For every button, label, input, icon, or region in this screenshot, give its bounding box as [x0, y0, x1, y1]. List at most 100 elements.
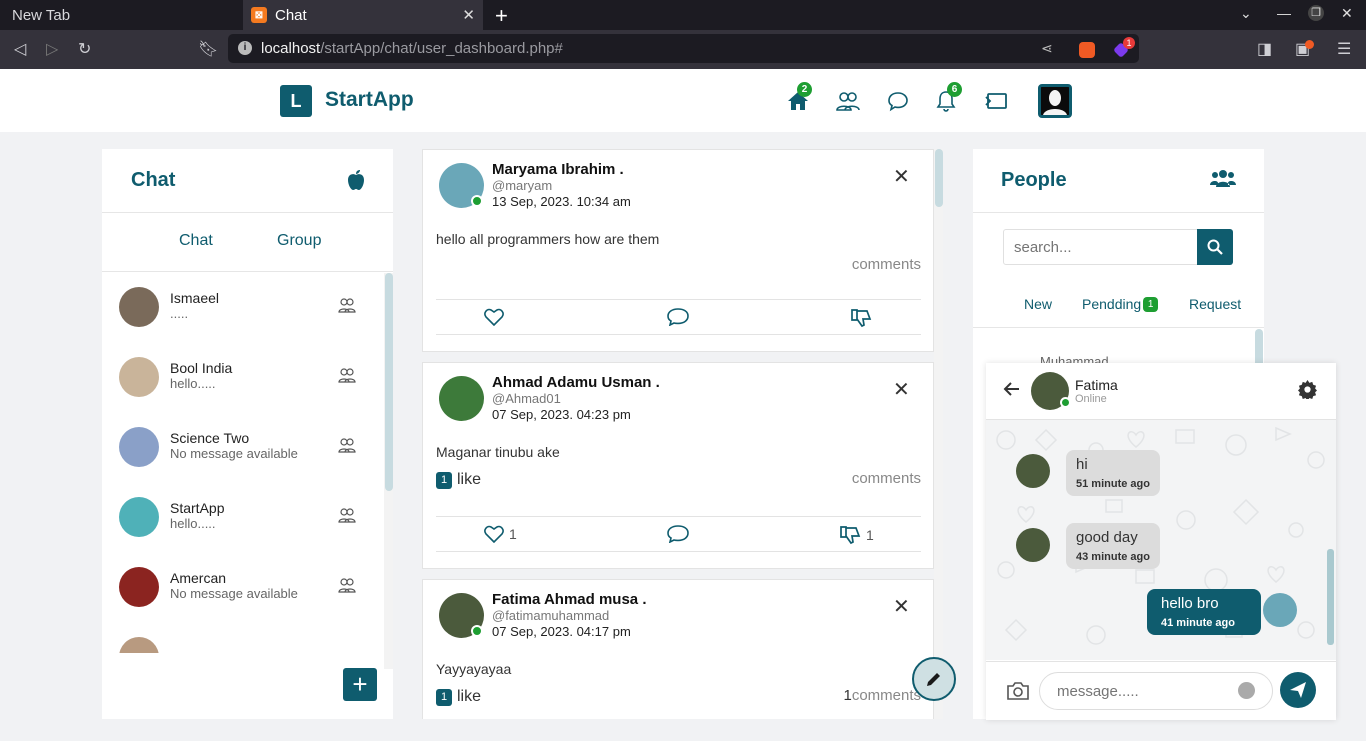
post-text: hello all programmers how are them	[436, 231, 660, 247]
close-icon[interactable]: ✕	[893, 164, 910, 189]
avatar[interactable]	[439, 376, 484, 421]
scrollbar-thumb[interactable]	[385, 273, 393, 491]
chat-list-item[interactable]	[102, 623, 384, 653]
sidebar-icon[interactable]: ◨	[1257, 39, 1272, 59]
like-summary[interactable]: 1 like	[436, 471, 481, 489]
maximize-button[interactable]: ❐	[1308, 5, 1324, 21]
last-message: hello.....	[170, 516, 216, 531]
pencil-icon	[927, 673, 940, 686]
tab-group[interactable]: Group	[277, 232, 321, 250]
friends-icon[interactable]	[836, 89, 860, 113]
comment-button[interactable]	[667, 308, 689, 326]
chat-list-item[interactable]: Amercan No message available	[102, 553, 384, 623]
contact-name: Bool India	[170, 360, 233, 376]
feed-scrollbar[interactable]	[934, 149, 943, 719]
comments-link[interactable]: 1comments	[843, 687, 921, 704]
user-avatar[interactable]	[1038, 84, 1072, 118]
site-info-icon[interactable]: i	[238, 41, 252, 55]
chat-panel-title: Chat	[131, 169, 176, 191]
camera-icon[interactable]	[1006, 681, 1030, 701]
comment-icon	[667, 308, 689, 326]
post-date: 07 Sep, 2023. 04:17 pm	[492, 624, 631, 639]
dislike-button[interactable]	[850, 308, 872, 328]
xampp-icon: ⊠	[251, 7, 267, 23]
tab-chat[interactable]: Chat	[179, 232, 213, 250]
divider	[973, 212, 1264, 213]
post-author[interactable]: Maryama Ibrahim .	[492, 161, 624, 178]
message-time: 43 minute ago	[1076, 551, 1150, 563]
chat-tabs: Chat Group	[102, 213, 393, 272]
forward-icon[interactable]: ▷	[46, 39, 58, 59]
chat-popup-scrollbar[interactable]	[1327, 549, 1334, 645]
people-search-input[interactable]	[1003, 229, 1198, 265]
tab-list-chevron-icon[interactable]: ⌄	[1240, 5, 1252, 22]
heart-icon	[484, 308, 504, 326]
tab-request[interactable]: Request	[1189, 296, 1241, 312]
like-label: like	[457, 688, 482, 705]
emoji-icon[interactable]	[1238, 682, 1255, 699]
address-bar[interactable]: i localhost/startApp/chat/user_dashboard…	[228, 34, 1139, 63]
minimize-button[interactable]: —	[1277, 5, 1291, 21]
contact-name: Science Two	[170, 430, 250, 446]
group-icon[interactable]	[338, 297, 356, 313]
group-icon[interactable]	[338, 507, 356, 523]
add-chat-button[interactable]: +	[343, 668, 377, 701]
menu-icon[interactable]: ☰	[1337, 39, 1351, 59]
scrollbar-thumb[interactable]	[935, 149, 943, 207]
like-summary[interactable]: 1 like	[436, 688, 481, 706]
new-tab-button[interactable]: +	[495, 3, 508, 29]
chat-list-item[interactable]: Bool India hello.....	[102, 343, 384, 413]
url-text[interactable]: localhost/startApp/chat/user_dashboard.p…	[261, 40, 563, 57]
close-icon[interactable]: ✕	[893, 377, 910, 402]
logo[interactable]: L	[280, 85, 312, 117]
post-date: 07 Sep, 2023. 04:23 pm	[492, 407, 631, 422]
chat-list-item[interactable]: Ismaeel .....	[102, 273, 384, 343]
chat-messages: hi 51 minute ago good day 43 minute ago …	[986, 420, 1336, 660]
tab-new-tab[interactable]: New Tab	[0, 0, 243, 30]
tab-new[interactable]: New	[1024, 296, 1052, 312]
post-author[interactable]: Fatima Ahmad musa .	[492, 591, 646, 608]
group-icon[interactable]	[338, 367, 356, 383]
new-post-button[interactable]	[912, 657, 956, 701]
chat-list-item[interactable]: StartApp hello.....	[102, 483, 384, 553]
last-message: hello.....	[170, 376, 216, 391]
group-icon[interactable]	[338, 437, 356, 453]
close-tab-icon[interactable]: ✕	[462, 6, 475, 24]
app-name[interactable]: StartApp	[325, 88, 414, 112]
apple-icon[interactable]	[346, 169, 366, 191]
close-window-button[interactable]: ✕	[1341, 5, 1353, 22]
arrow-left-icon[interactable]	[1003, 380, 1021, 398]
dislike-button[interactable]: 1	[839, 525, 874, 545]
online-indicator	[1060, 397, 1071, 408]
users-icon[interactable]	[1210, 168, 1236, 188]
like-button[interactable]	[484, 308, 504, 326]
chat-list-item[interactable]: Science Two No message available	[102, 413, 384, 483]
gear-icon[interactable]	[1298, 380, 1317, 399]
contact-name: Amercan	[170, 570, 227, 586]
comments-link[interactable]: comments	[852, 470, 921, 487]
brave-shields-icon[interactable]	[1079, 42, 1095, 58]
back-icon[interactable]: ◁	[14, 39, 26, 59]
group-icon[interactable]	[338, 577, 356, 593]
like-button[interactable]: 1	[484, 525, 517, 543]
comment-count: 1	[843, 687, 852, 704]
messages-icon[interactable]	[886, 89, 910, 113]
comments-link[interactable]: comments	[852, 256, 921, 273]
tab-title: New Tab	[12, 6, 71, 24]
video-icon[interactable]	[984, 89, 1008, 113]
share-icon[interactable]: ⋖	[1041, 40, 1053, 57]
tab-chat[interactable]: ⊠ Chat ✕	[243, 0, 483, 30]
post-card: Ahmad Adamu Usman . @Ahmad01 07 Sep, 202…	[422, 362, 934, 569]
notification-badge: 6	[947, 82, 962, 97]
send-button[interactable]	[1280, 672, 1316, 708]
close-icon[interactable]: ✕	[893, 594, 910, 619]
comment-button[interactable]	[667, 525, 689, 543]
reload-icon[interactable]: ↻	[78, 39, 91, 59]
wallet-badge	[1305, 40, 1314, 49]
post-author[interactable]: Ahmad Adamu Usman .	[492, 374, 660, 391]
home-badge: 2	[797, 82, 812, 97]
search-button[interactable]	[1197, 229, 1233, 265]
bookmark-icon[interactable]: 🔖︎	[198, 39, 218, 59]
tab-pending[interactable]: Pendding 1	[1082, 296, 1159, 312]
chat-list-scrollbar[interactable]	[384, 273, 393, 669]
